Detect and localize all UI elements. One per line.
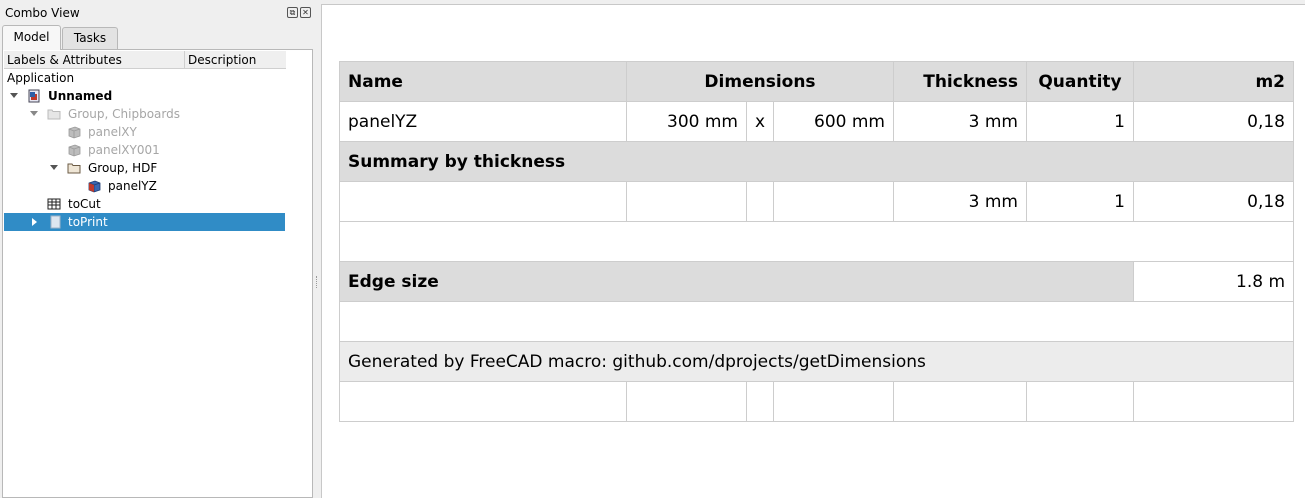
tree-item-label: toCut [68, 197, 101, 211]
folder-icon [47, 109, 61, 120]
splitter-handle[interactable] [316, 276, 317, 288]
header-name: Name [339, 61, 627, 102]
cell-width: 300 mm [626, 101, 747, 142]
cell-empty [1026, 381, 1134, 422]
cell-empty [339, 221, 1294, 262]
panel-splitter[interactable] [313, 0, 320, 498]
report-view: Name Dimensions Thickness Quantity m2 pa… [321, 4, 1305, 498]
tree-item-unnamed[interactable]: Unnamed [3, 87, 285, 105]
folder-icon [67, 163, 81, 174]
part-icon [68, 126, 81, 139]
header-area: m2 [1133, 61, 1294, 102]
header-dimensions: Dimensions [626, 61, 894, 102]
edge-size-label: Edge size [339, 261, 1134, 302]
table-row: panelYZ 300 mm x 600 mm 3 mm 1 0,18 [339, 101, 1294, 142]
part-icon [88, 180, 101, 193]
edge-size-value: 1.8 m [1133, 261, 1294, 302]
cell-area: 0,18 [1133, 101, 1294, 142]
float-panel-button[interactable]: ⧉ [287, 7, 298, 18]
column-description[interactable]: Description [185, 51, 286, 69]
cell-name: panelYZ [339, 101, 627, 142]
tree-item-label: panelXY [88, 125, 137, 139]
part-icon [68, 144, 81, 157]
model-tree[interactable]: Labels & Attributes Description Applicat… [2, 49, 313, 498]
summary-area: 0,18 [1133, 181, 1294, 222]
cell-empty [1133, 381, 1294, 422]
cell-quantity: 1 [1026, 101, 1134, 142]
cell-times: x [746, 101, 774, 142]
summary-title: Summary by thickness [339, 141, 1294, 182]
combo-view-panel: Combo View ⧉ ✕ Model Tasks Labels & Attr… [0, 0, 316, 498]
page-icon [50, 215, 61, 229]
cell-empty [339, 301, 1294, 342]
expand-arrow-icon[interactable] [10, 93, 18, 98]
cell-empty [626, 181, 747, 222]
expand-arrow-icon[interactable] [50, 165, 58, 170]
tree-item-panelxy[interactable]: panelXY [3, 123, 285, 141]
tree-item-tocut[interactable]: toCut [3, 195, 285, 213]
edge-size-row: Edge size 1.8 m [339, 261, 1294, 302]
empty-row [339, 381, 1294, 422]
tree-item-label: Unnamed [48, 89, 113, 103]
summary-thickness: 3 mm [893, 181, 1027, 222]
tree-item-label: panelXY001 [88, 143, 160, 157]
header-thickness: Thickness [893, 61, 1027, 102]
spreadsheet-icon [47, 198, 61, 210]
cell-empty [339, 181, 627, 222]
empty-row [339, 301, 1294, 342]
dimensions-report-table: Name Dimensions Thickness Quantity m2 pa… [339, 61, 1294, 422]
tree-item-label: toPrint [68, 215, 108, 229]
footer-row: Generated by FreeCAD macro: github.com/d… [339, 341, 1294, 382]
tree-item-panelyz[interactable]: panelYZ [3, 177, 285, 195]
expand-arrow-icon[interactable] [30, 111, 38, 116]
cell-empty [773, 381, 894, 422]
empty-row [339, 221, 1294, 262]
cell-empty [339, 381, 627, 422]
tree-header: Labels & Attributes Description [4, 51, 286, 69]
cell-height: 600 mm [773, 101, 894, 142]
close-panel-button[interactable]: ✕ [300, 7, 311, 18]
header-quantity: Quantity [1026, 61, 1134, 102]
table-header-row: Name Dimensions Thickness Quantity m2 [339, 61, 1294, 102]
tree-item-label: panelYZ [108, 179, 157, 193]
cell-empty [773, 181, 894, 222]
cell-thickness: 3 mm [893, 101, 1027, 142]
tree-item-group-hdf[interactable]: Group, HDF [3, 159, 285, 177]
tree-item-label: Group, Chipboards [68, 107, 181, 121]
footer-text: Generated by FreeCAD macro: github.com/d… [339, 341, 1294, 382]
tree-item-label: Group, HDF [88, 161, 158, 175]
summary-quantity: 1 [1026, 181, 1134, 222]
tab-tasks[interactable]: Tasks [62, 27, 118, 49]
panel-title: Combo View [5, 6, 80, 20]
document-icon [28, 89, 40, 103]
tree-item-group-chipboards[interactable]: Group, Chipboards [3, 105, 285, 123]
column-labels-attributes[interactable]: Labels & Attributes [4, 51, 185, 69]
tree-root-label: Application [7, 71, 75, 85]
cell-empty [626, 381, 747, 422]
cell-empty [746, 381, 774, 422]
cell-empty [893, 381, 1027, 422]
expand-arrow-icon[interactable] [32, 218, 37, 226]
tree-item-toprint[interactable]: toPrint [4, 213, 285, 231]
tree-item-panelxy001[interactable]: panelXY001 [3, 141, 285, 159]
summary-row: 3 mm 1 0,18 [339, 181, 1294, 222]
tab-model[interactable]: Model [2, 25, 61, 50]
cell-empty [746, 181, 774, 222]
summary-title-row: Summary by thickness [339, 141, 1294, 182]
